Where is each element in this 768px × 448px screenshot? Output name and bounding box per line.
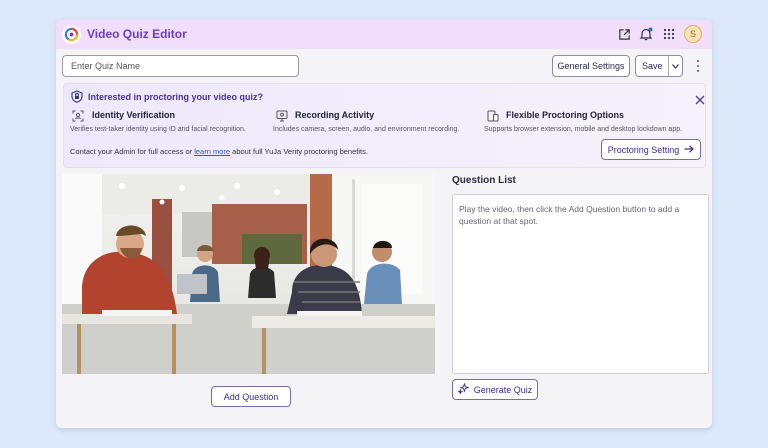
apps-grid-icon[interactable] [661,26,677,42]
monitor-record-icon [276,109,288,122]
app-title: Video Quiz Editor [87,27,187,41]
proctoring-banner: Interested in proctoring your video quiz… [63,83,706,168]
arrow-right-icon [684,144,695,155]
sparkle-icon [456,382,470,396]
banner-footer: Contact your Admin for full access or le… [70,147,368,156]
question-list-empty-text: Play the video, then click the Add Quest… [459,204,680,227]
question-list-title: Question List [452,175,516,186]
add-question-button[interactable]: Add Question [211,386,291,407]
feature-desc-identity: Verifies test-taker identity using ID an… [70,126,246,133]
general-settings-button[interactable]: General Settings [552,55,630,77]
title-bar: Video Quiz Editor S [56,20,712,49]
face-scan-icon [72,109,84,122]
banner-footer-prefix: Contact your Admin for full access or [70,147,195,156]
close-icon[interactable] [695,92,705,105]
feature-title-identity: Identity Verification [92,110,176,120]
notification-bell-icon[interactable] [638,26,654,42]
banner-footer-suffix: about full YuJa Verity proctoring benefi… [230,147,368,156]
question-list-panel: Play the video, then click the Add Quest… [452,194,709,374]
feature-desc-flexible: Supports browser extension, mobile and d… [484,126,683,133]
more-options-icon[interactable] [693,58,703,74]
proctoring-setting-label: Proctoring Setting [607,144,680,155]
classroom-video-frame [62,174,435,374]
save-button-label: Save [642,61,663,71]
app-window: Video Quiz Editor S General Settings Sav… [56,20,712,428]
open-external-icon[interactable] [616,26,632,42]
feature-desc-recording: Includes camera, screen, audio, and envi… [273,126,460,133]
save-dropdown-chevron-icon[interactable] [669,56,682,76]
proctoring-setting-button[interactable]: Proctoring Setting [601,139,701,160]
generate-quiz-button[interactable]: Generate Quiz [452,379,538,400]
user-avatar[interactable]: S [684,25,702,43]
shield-lock-icon [71,90,83,108]
yuja-logo-icon [62,25,81,44]
quiz-name-input[interactable] [62,55,299,77]
banner-title: Interested in proctoring your video quiz… [88,92,264,102]
learn-more-link[interactable]: learn more [194,147,230,156]
feature-title-recording: Recording Activity [295,110,375,120]
devices-icon [487,109,499,122]
generate-quiz-label: Generate Quiz [473,384,533,395]
feature-title-flexible: Flexible Proctoring Options [506,110,625,120]
video-player[interactable] [62,174,435,374]
